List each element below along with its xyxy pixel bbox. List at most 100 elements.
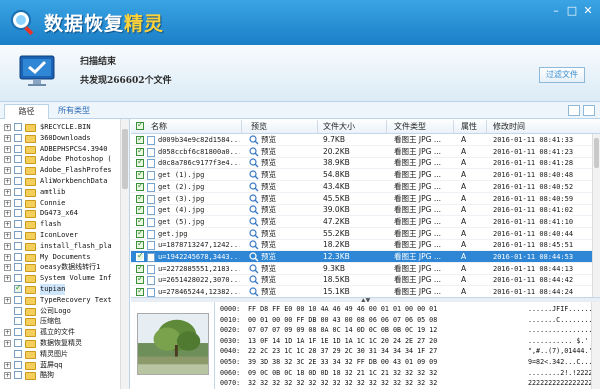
preview-link[interactable]: 预览 <box>261 181 276 193</box>
tree-checkbox[interactable] <box>14 198 22 207</box>
preview-link[interactable]: 预览 <box>261 204 276 216</box>
tree-item[interactable]: + AliWorkbenchData <box>0 176 129 187</box>
expand-icon[interactable]: + <box>4 134 11 142</box>
tree-checkbox[interactable] <box>14 306 22 315</box>
table-row[interactable]: u=278465244,12382... 预览 15.1KB 看图王 JPG ... A… <box>131 286 592 297</box>
row-checkbox[interactable] <box>136 193 144 203</box>
tree-item[interactable]: + Connie <box>0 198 129 209</box>
table-row[interactable]: u=2272885551,2183... 预览 9.3KB 看图王 JPG ... A 2… <box>131 263 592 275</box>
expand-icon[interactable]: + <box>4 210 11 218</box>
tree-checkbox[interactable] <box>14 295 22 304</box>
expand-icon[interactable]: + <box>4 178 11 185</box>
table-row[interactable]: d0c8a786c9177f3e4... 预览 38.9KB 看图王 JPG ... A… <box>131 157 592 170</box>
column-preview[interactable]: 预览 <box>251 121 267 132</box>
column-size[interactable]: 文件大小 <box>323 121 355 132</box>
column-modified[interactable]: 修改时间 <box>493 121 525 132</box>
close-button[interactable]: ✕ <box>580 4 596 18</box>
expand-icon[interactable]: + <box>4 329 11 337</box>
table-row[interactable]: d058ccbf6c81800a0... 预览 20.2KB 看图王 JPG ... A… <box>131 146 592 158</box>
select-all-checkbox[interactable] <box>136 120 144 130</box>
tree-item[interactable]: + Adobe_FlashProfes <box>0 165 129 176</box>
expand-icon[interactable]: + <box>4 156 11 164</box>
row-checkbox[interactable] <box>136 263 144 273</box>
tree-item[interactable]: 压缩包 <box>0 316 129 327</box>
tree-checkbox[interactable] <box>14 231 22 239</box>
tree-item[interactable]: + 蓝屏qq <box>0 360 129 371</box>
tree-checkbox[interactable] <box>14 317 22 326</box>
row-checkbox[interactable] <box>136 274 144 285</box>
tree-checkbox[interactable] <box>14 360 22 369</box>
tree-item[interactable]: + $RECYCLE.BIN <box>0 122 129 133</box>
tree-checkbox[interactable] <box>14 166 22 175</box>
tree-checkbox[interactable] <box>14 274 22 283</box>
grid-view-icon[interactable] <box>568 105 580 116</box>
expand-icon[interactable]: + <box>4 145 11 153</box>
tree-item[interactable]: + oeasy数据线转行1 <box>0 262 129 273</box>
row-checkbox[interactable] <box>136 216 144 226</box>
row-checkbox[interactable] <box>136 181 144 191</box>
preview-link[interactable]: 预览 <box>261 169 276 181</box>
column-name[interactable]: 名称 <box>151 121 167 132</box>
table-row[interactable]: get (3).jpg 预览 45.5KB 看图王 JPG ... A 2016-01-1… <box>131 193 592 205</box>
table-row[interactable]: get.jpg 预览 55.2KB 看图王 JPG ... A 2016-01-11 08… <box>131 228 592 240</box>
preview-link[interactable]: 预览 <box>261 239 276 251</box>
tree-item[interactable]: + IconLover <box>0 230 129 241</box>
tree-item[interactable]: + flash <box>0 219 129 230</box>
tree-checkbox[interactable] <box>14 328 22 337</box>
tree-scrollbar[interactable] <box>120 119 129 389</box>
tree-checkbox[interactable] <box>14 283 22 293</box>
maximize-button[interactable]: □ <box>564 4 580 18</box>
tab-all-types[interactable]: 所有类型 <box>52 104 96 119</box>
preview-link[interactable]: 预览 <box>261 251 276 263</box>
expand-icon[interactable]: + <box>4 275 11 283</box>
expand-icon[interactable]: + <box>4 361 11 369</box>
table-row[interactable]: get (4).jpg 预览 39.0KB 看图王 JPG ... A 2016-01-1… <box>131 204 592 217</box>
tree-checkbox[interactable] <box>14 123 22 131</box>
row-checkbox[interactable] <box>136 169 144 180</box>
tree-checkbox[interactable] <box>14 241 22 250</box>
tree-checkbox[interactable] <box>14 220 22 229</box>
tree-checkbox[interactable] <box>14 371 22 380</box>
tree-checkbox[interactable] <box>14 349 22 358</box>
preview-link[interactable]: 预览 <box>261 263 276 275</box>
tree-checkbox[interactable] <box>14 177 22 185</box>
expand-icon[interactable]: + <box>4 188 11 196</box>
tree-item[interactable]: 精灵图片 <box>0 349 129 360</box>
tree-checkbox[interactable] <box>14 133 22 142</box>
row-checkbox[interactable] <box>136 251 144 261</box>
row-checkbox[interactable] <box>136 228 144 238</box>
tree-item[interactable]: + 孤立的文件 <box>0 327 129 338</box>
table-row[interactable]: u=2651428022,3070... 预览 18.5KB 看图王 JPG ... A… <box>131 274 592 287</box>
column-attr[interactable]: 属性 <box>461 121 477 132</box>
expand-icon[interactable]: + <box>4 232 11 239</box>
hex-scrollbar[interactable] <box>591 302 600 389</box>
tree-checkbox[interactable] <box>14 155 22 164</box>
preview-link[interactable]: 预览 <box>261 157 276 169</box>
preview-link[interactable]: 预览 <box>261 146 276 158</box>
minimize-button[interactable]: – <box>548 4 564 18</box>
tree-item[interactable]: + DG473_x64 <box>0 208 129 219</box>
tree-item[interactable]: 公司Logo <box>0 306 129 317</box>
filter-files-button[interactable]: 过滤文件 <box>539 67 585 83</box>
expand-icon[interactable]: + <box>4 253 11 261</box>
table-row[interactable]: get (2).jpg 预览 43.4KB 看图王 JPG ... A 2016-01-1… <box>131 181 592 193</box>
expand-icon[interactable]: + <box>4 242 11 250</box>
expand-icon[interactable]: + <box>4 199 11 207</box>
row-checkbox[interactable] <box>136 204 144 215</box>
expand-icon[interactable]: + <box>4 340 11 347</box>
tree-checkbox[interactable] <box>14 252 22 261</box>
table-row[interactable]: u=1878713247,1242... 预览 18.2KB 看图王 JPG ... A… <box>131 239 592 252</box>
column-type[interactable]: 文件类型 <box>394 121 426 132</box>
tree-checkbox[interactable] <box>14 339 22 347</box>
tree-checkbox[interactable] <box>14 144 22 153</box>
preview-link[interactable]: 预览 <box>261 193 276 205</box>
row-checkbox[interactable] <box>136 239 144 250</box>
tree-item[interactable]: + 酷狗 <box>0 370 129 381</box>
preview-link[interactable]: 预览 <box>261 274 276 286</box>
tree-item[interactable]: + amtlib <box>0 187 129 198</box>
preview-link[interactable]: 预览 <box>261 286 276 297</box>
table-row[interactable]: d009b34e9c82d1584... 预览 9.7KB 看图王 JPG ... A 2… <box>131 134 592 146</box>
tab-path[interactable]: 路径 <box>4 104 49 119</box>
table-row[interactable]: get (1).jpg 预览 54.8KB 看图王 JPG ... A 2016-01-1… <box>131 169 592 182</box>
expand-icon[interactable]: + <box>4 264 11 272</box>
